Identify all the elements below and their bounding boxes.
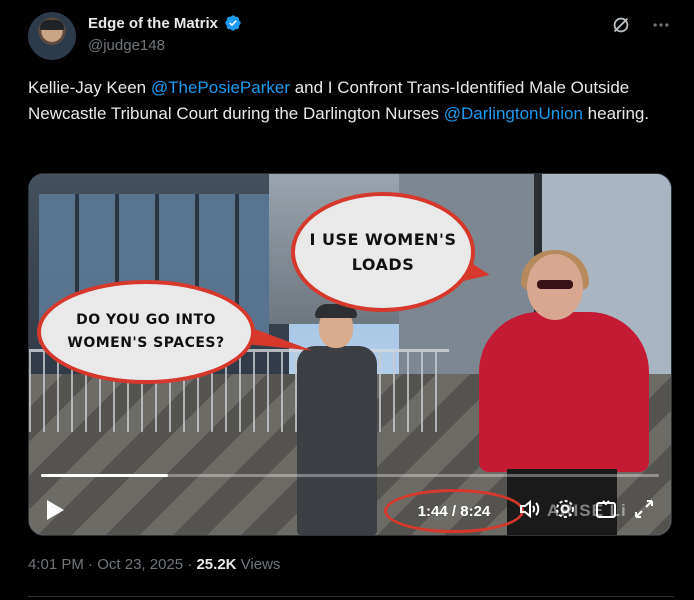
tweet: Edge of the Matrix @judge148 Kellie-Jay … [0,0,694,600]
meta-separator: · [183,556,197,573]
views-label: Views [236,556,281,573]
speech-bubble-man: DO YOU GO INTO WOMEN'S SPACES? [37,280,255,384]
mention-link[interactable]: @ThePosieParker [151,78,290,97]
tweet-meta: 4:01 PM · Oct 23, 2025 · 25.2K Views [28,556,280,573]
grok-icon[interactable] [608,12,634,38]
video-progress-bar[interactable] [41,474,659,477]
divider [28,596,674,597]
author-handle[interactable]: @judge148 [88,37,165,54]
fullscreen-icon[interactable] [632,497,656,521]
tweet-text: Kellie-Jay Keen @ThePosieParker and I Co… [28,75,668,127]
pip-icon[interactable] [594,497,618,521]
more-icon[interactable] [648,12,674,38]
mention-link[interactable]: @DarlingtonUnion [444,104,583,123]
views-count: 25.2K [196,556,237,573]
speech-bubble-woman: I USE WOMEN'S LOADS [291,192,475,312]
author-name[interactable]: Edge of the Matrix [88,15,218,32]
video-time: 1:44 / 8:24 [384,489,524,533]
tweet-actions [608,12,674,38]
author-row: Edge of the Matrix [88,14,242,32]
tweet-text-part: Kellie-Jay Keen [28,78,151,97]
meta-separator: · [83,556,98,573]
tweet-time[interactable]: 4:01 PM [28,556,84,573]
avatar[interactable] [28,12,76,60]
settings-icon[interactable] [553,497,577,521]
tweet-date[interactable]: Oct 23, 2025 [97,556,183,573]
tweet-text-part: hearing. [582,104,650,123]
play-icon[interactable] [45,499,65,521]
video-player[interactable]: I USE WOMEN'S LOADS DO YOU GO INTO WOMEN… [28,173,672,536]
video-progress-fill [41,474,169,477]
video-controls: 1:44 / 8:24 ARISE Li [29,489,671,533]
verified-badge-icon [225,15,241,31]
volume-icon[interactable] [517,497,541,521]
